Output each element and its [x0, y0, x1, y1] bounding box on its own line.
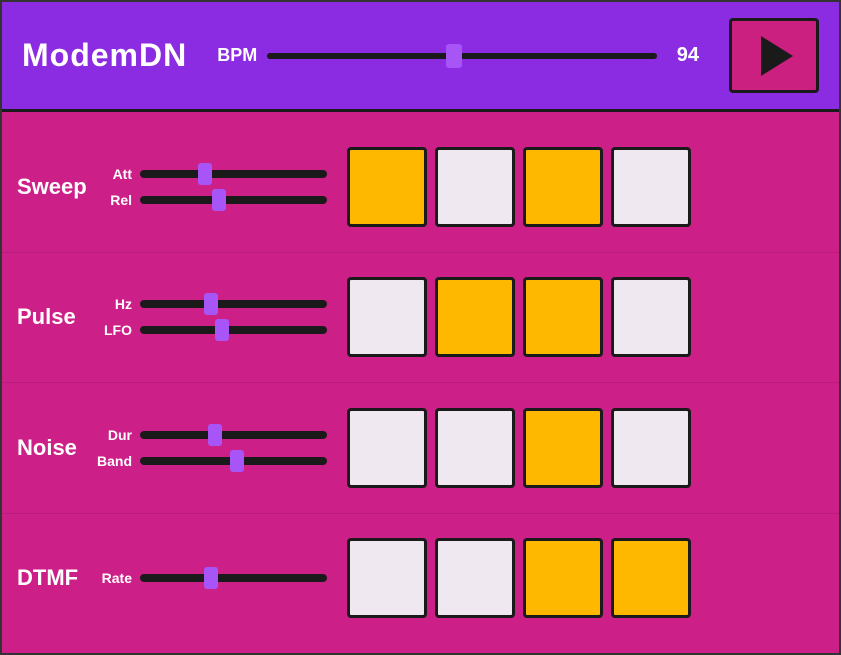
slider-thumb-dtmf-0[interactable] [204, 567, 218, 589]
pad-sweep-1[interactable] [435, 147, 515, 227]
play-icon [761, 36, 793, 76]
pad-noise-2[interactable] [523, 408, 603, 488]
section-row-noise: NoiseDur Band [2, 383, 839, 514]
slider-row-sweep-1: Rel [97, 192, 327, 208]
slider-track-sweep-0[interactable] [140, 170, 327, 178]
bpm-thumb[interactable] [446, 44, 462, 68]
pad-pulse-2[interactable] [523, 277, 603, 357]
sliders-group-pulse: Hz LFO [97, 296, 327, 338]
pad-dtmf-1[interactable] [435, 538, 515, 618]
slider-thumb-sweep-0[interactable] [198, 163, 212, 185]
pads-group-dtmf [347, 538, 691, 618]
play-button[interactable] [729, 18, 819, 93]
pad-noise-0[interactable] [347, 408, 427, 488]
slider-label-sweep-0: Att [97, 166, 132, 182]
pad-pulse-0[interactable] [347, 277, 427, 357]
bpm-value: 94 [677, 44, 699, 67]
slider-track-noise-0[interactable] [140, 431, 327, 439]
slider-row-sweep-0: Att [97, 166, 327, 182]
slider-row-pulse-1: LFO [97, 322, 327, 338]
pad-noise-3[interactable] [611, 408, 691, 488]
section-row-dtmf: DTMFRate [2, 514, 839, 644]
pad-pulse-3[interactable] [611, 277, 691, 357]
slider-track-noise-1[interactable] [140, 457, 327, 465]
sliders-group-sweep: Att Rel [97, 166, 327, 208]
main-content: SweepAtt Rel PulseHz LFO NoiseDur Band DTMFRat… [2, 112, 839, 653]
pads-group-noise [347, 408, 691, 488]
slider-thumb-noise-1[interactable] [230, 450, 244, 472]
slider-thumb-noise-0[interactable] [208, 424, 222, 446]
pad-pulse-1[interactable] [435, 277, 515, 357]
slider-row-noise-1: Band [97, 453, 327, 469]
bpm-label: BPM [217, 45, 257, 66]
app-container: ModemDN BPM 94 SweepAtt Rel PulseHz LFO Nois… [0, 0, 841, 655]
app-title: ModemDN [22, 37, 187, 74]
pad-dtmf-3[interactable] [611, 538, 691, 618]
slider-track-sweep-1[interactable] [140, 196, 327, 204]
pads-group-pulse [347, 277, 691, 357]
bpm-slider[interactable] [267, 53, 657, 59]
slider-track-dtmf-0[interactable] [140, 574, 327, 582]
slider-track-pulse-1[interactable] [140, 326, 327, 334]
bpm-section: BPM 94 [217, 44, 699, 67]
pad-sweep-2[interactable] [523, 147, 603, 227]
pad-noise-1[interactable] [435, 408, 515, 488]
section-name-noise: Noise [17, 435, 97, 461]
pad-sweep-3[interactable] [611, 147, 691, 227]
slider-thumb-pulse-0[interactable] [204, 293, 218, 315]
bpm-slider-container[interactable] [267, 53, 657, 59]
slider-label-pulse-1: LFO [97, 322, 132, 338]
header: ModemDN BPM 94 [2, 2, 839, 112]
slider-row-pulse-0: Hz [97, 296, 327, 312]
slider-label-noise-1: Band [97, 453, 132, 469]
section-name-dtmf: DTMF [17, 565, 97, 591]
slider-row-dtmf-0: Rate [97, 570, 327, 586]
pads-group-sweep [347, 147, 691, 227]
slider-track-pulse-0[interactable] [140, 300, 327, 308]
slider-label-noise-0: Dur [97, 427, 132, 443]
slider-thumb-pulse-1[interactable] [215, 319, 229, 341]
slider-label-pulse-0: Hz [97, 296, 132, 312]
slider-row-noise-0: Dur [97, 427, 327, 443]
pad-sweep-0[interactable] [347, 147, 427, 227]
section-name-pulse: Pulse [17, 304, 97, 330]
sliders-group-dtmf: Rate [97, 570, 327, 586]
section-name-sweep: Sweep [17, 174, 97, 200]
slider-thumb-sweep-1[interactable] [212, 189, 226, 211]
section-row-sweep: SweepAtt Rel [2, 122, 839, 253]
slider-label-sweep-1: Rel [97, 192, 132, 208]
pad-dtmf-2[interactable] [523, 538, 603, 618]
section-row-pulse: PulseHz LFO [2, 253, 839, 384]
pad-dtmf-0[interactable] [347, 538, 427, 618]
sliders-group-noise: Dur Band [97, 427, 327, 469]
slider-label-dtmf-0: Rate [97, 570, 132, 586]
